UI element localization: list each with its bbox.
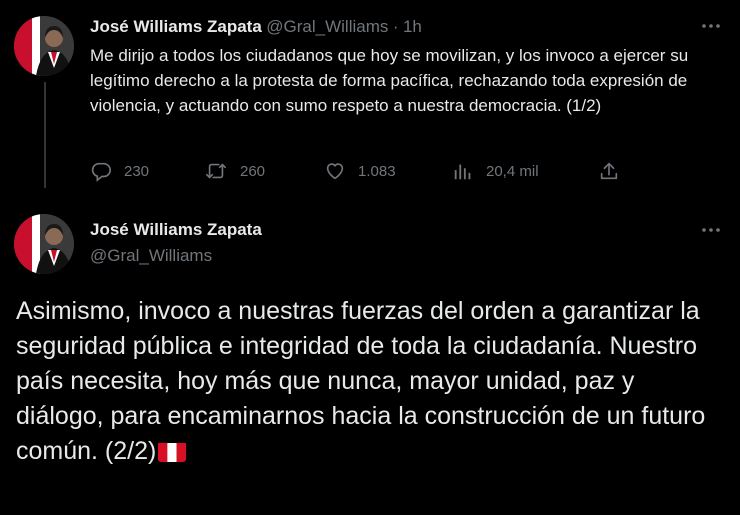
avatar[interactable] <box>14 214 74 274</box>
share-icon <box>598 160 620 182</box>
author-name[interactable]: José Williams Zapata <box>90 17 262 36</box>
tweet-text: Me dirijo a todos los ciudadanos que hoy… <box>90 46 689 115</box>
tweet-actions: 230 260 1.083 20,4 mil <box>90 160 630 186</box>
author-handle[interactable]: @Gral_Williams <box>90 246 212 265</box>
reply-count: 230 <box>124 162 150 180</box>
thread-line <box>44 82 46 188</box>
views-icon <box>452 160 474 182</box>
share-button[interactable] <box>598 160 620 182</box>
author-name[interactable]: José Williams Zapata <box>90 220 262 239</box>
reply-button[interactable]: 230 <box>90 160 149 182</box>
views-button[interactable]: 20,4 mil <box>452 160 539 182</box>
like-button[interactable]: 1.083 <box>324 160 396 182</box>
tweet-header: José Williams Zapata @Gral_Williams · 1h <box>90 17 422 37</box>
tweet-header: José Williams Zapata <box>90 220 262 240</box>
tweet-text-main: Asimismo, invoco a nuestras fuerzas del … <box>16 294 728 469</box>
like-count: 1.083 <box>358 162 396 180</box>
avatar[interactable] <box>14 16 74 76</box>
reply-icon <box>90 160 112 182</box>
views-count: 20,4 mil <box>486 162 539 180</box>
retweet-button[interactable]: 260 <box>204 160 265 182</box>
more-icon[interactable] <box>701 16 721 41</box>
author-handle[interactable]: @Gral_Williams <box>266 17 388 36</box>
retweet-icon <box>204 160 228 182</box>
peru-flag-emoji <box>158 440 187 462</box>
more-icon[interactable] <box>701 220 721 245</box>
separator: · <box>392 17 399 36</box>
like-icon <box>324 160 346 182</box>
retweet-count: 260 <box>240 162 266 180</box>
tweet-text: Asimismo, invoco a nuestras fuerzas del … <box>16 297 706 465</box>
tweet-1[interactable]: José Williams Zapata @Gral_Williams · 1h… <box>0 0 740 200</box>
tweet-time[interactable]: 1h <box>403 17 422 36</box>
